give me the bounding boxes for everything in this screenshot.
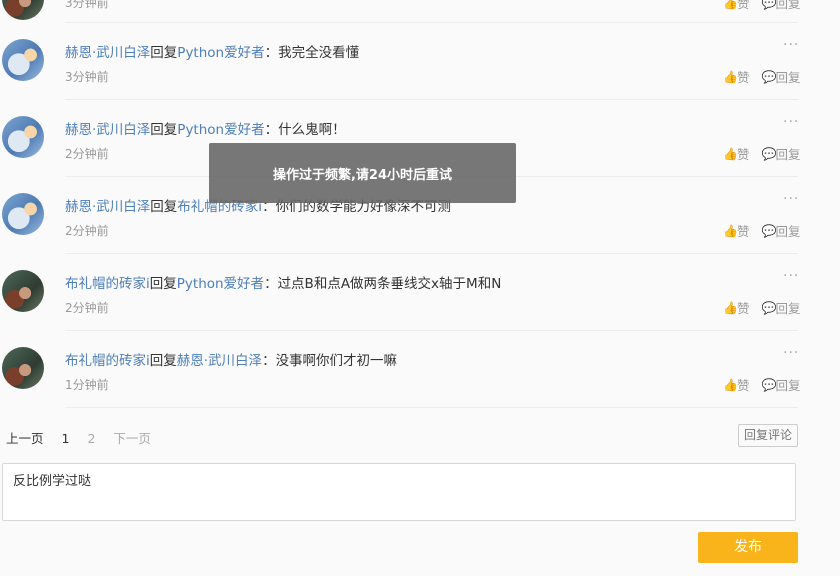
publish-button[interactable]: 发布 [698,532,798,563]
page-1-link[interactable]: 1 [62,431,70,446]
divider [65,407,798,408]
comment-time: 1分钟前 [65,378,109,392]
reply-comment-button[interactable]: 回复评论 [738,424,798,447]
like-button[interactable]: 👍 赞 [723,221,750,240]
comment-body: 什么鬼啊！ [278,122,346,138]
comment-time: 2分钟前 [65,147,109,161]
comment-body: 过点B和点A做两条垂线交x轴于M和N [277,276,502,292]
comment-time: 3分钟前 [65,0,109,10]
reply-button[interactable]: 💬 回复 [762,0,801,12]
thumb-up-icon: 👍 [723,377,738,392]
avatar[interactable] [2,0,44,20]
comment-author[interactable]: 布礼帽的砖家i [65,276,150,292]
comment-body: 没事啊你们才初一嘛 [275,353,398,369]
comment-author[interactable]: 布礼帽的砖家i [65,353,150,369]
comment-actions: 👍 赞 💬 回复 [723,144,801,163]
comment-bubble-icon: 💬 [761,377,777,392]
avatar[interactable] [2,347,44,389]
reply-button[interactable]: 💬 回复 [762,298,801,317]
reply-button[interactable]: 💬 回复 [762,67,801,86]
comment-editor[interactable]: 反比例学过哒 [2,463,796,521]
comment-bubble-icon: 💬 [761,146,777,161]
reply-button[interactable]: 💬 回复 [762,221,801,240]
comment-item: 布礼帽的砖家i回复赫恩·武川白泽：没事啊你们才初一嘛 1分钟前 ··· 👍 赞 💬… [0,331,840,408]
prev-page-link[interactable]: 上一页 [6,431,44,446]
reply-target[interactable]: Python爱好者 [177,276,264,292]
comment-actions: 👍 赞 💬 回复 [723,298,801,317]
reply-target[interactable]: Python爱好者 [177,122,264,138]
more-options-icon[interactable]: ··· [783,37,799,53]
thumb-up-icon: 👍 [723,146,738,161]
comment-author[interactable]: 赫恩·武川白泽 [65,199,150,215]
thumb-up-icon: 👍 [723,300,738,315]
comment-time: 2分钟前 [65,301,109,315]
comment-bubble-icon: 💬 [761,69,777,84]
comment-actions: 👍 赞 💬 回复 [723,221,801,240]
like-button[interactable]: 👍 赞 [723,375,750,394]
page-2-link[interactable]: 2 [87,431,95,446]
reply-target[interactable]: Python爱好者 [177,45,264,61]
reply-button[interactable]: 💬 回复 [762,375,801,394]
comment-partial-top: 3分钟前 👍 赞 💬 回复 [0,0,840,22]
comment-actions: 👍 赞 💬 回复 [723,0,801,12]
like-button[interactable]: 👍 赞 [723,67,750,86]
like-button[interactable]: 👍 赞 [723,298,750,317]
avatar[interactable] [2,193,44,235]
comment-actions: 👍 赞 💬 回复 [723,67,801,86]
avatar[interactable] [2,39,44,81]
thumb-up-icon: 👍 [723,0,738,10]
comment-author[interactable]: 赫恩·武川白泽 [65,45,150,61]
thumb-up-icon: 👍 [723,69,738,84]
comment-author[interactable]: 赫恩·武川白泽 [65,122,150,138]
like-button[interactable]: 👍 赞 [723,144,750,163]
comment-actions: 👍 赞 💬 回复 [723,375,801,394]
more-options-icon[interactable]: ··· [783,268,799,284]
comment-bubble-icon: 💬 [761,0,777,10]
comment-item: 赫恩·武川白泽回复Python爱好者：我完全没看懂 3分钟前 ··· 👍 赞 💬 回… [0,23,840,100]
avatar[interactable] [2,116,44,158]
pagination: 上一页 1 2 下一页 [6,428,165,447]
reply-button[interactable]: 💬 回复 [762,144,801,163]
more-options-icon[interactable]: ··· [783,345,799,361]
toast-message: 操作过于频繁,请24小时后重试 [272,167,453,183]
rate-limit-toast: 操作过于频繁,请24小时后重试 [209,143,516,203]
comment-item: 布礼帽的砖家i回复Python爱好者：过点B和点A做两条垂线交x轴于M和N 2分… [0,254,840,331]
reply-target[interactable]: 赫恩·武川白泽 [177,353,262,369]
comment-body: 我完全没看懂 [278,45,360,61]
avatar[interactable] [2,270,44,312]
comment-bubble-icon: 💬 [761,223,777,238]
comment-text: 布礼帽的砖家i回复Python爱好者：过点B和点A做两条垂线交x轴于M和N [65,276,502,292]
comment-text: 赫恩·武川白泽回复Python爱好者：我完全没看懂 [65,45,360,61]
comment-time: 3分钟前 [65,70,109,84]
like-button[interactable]: 👍 赞 [723,0,750,12]
comment-text: 布礼帽的砖家i回复赫恩·武川白泽：没事啊你们才初一嘛 [65,353,398,369]
comment-text: 赫恩·武川白泽回复Python爱好者：什么鬼啊！ [65,122,346,138]
comment-time: 2分钟前 [65,224,109,238]
next-page-link[interactable]: 下一页 [113,431,151,446]
more-options-icon[interactable]: ··· [783,191,799,207]
thumb-up-icon: 👍 [723,223,738,238]
more-options-icon[interactable]: ··· [783,114,799,130]
comment-bubble-icon: 💬 [761,300,777,315]
